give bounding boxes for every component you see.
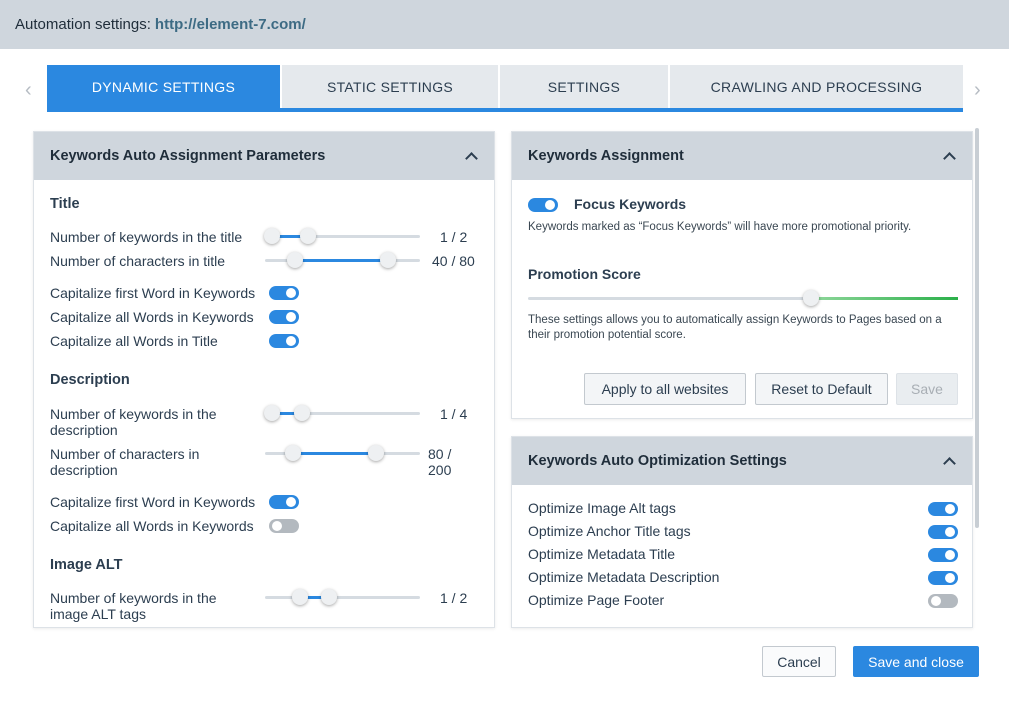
cap-first-title-toggle[interactable]: [269, 286, 299, 300]
keywords-assignment-panel: Keywords Assignment Focus Keywords Keywo…: [511, 131, 973, 419]
tab-static-settings[interactable]: STATIC SETTINGS: [282, 65, 500, 108]
alt-keyword-count-value: 1 / 2: [440, 590, 468, 606]
optimize-anchor-title-toggle[interactable]: [928, 525, 958, 539]
cap-first-desc-label: Capitalize first Word in Keywords: [50, 494, 256, 510]
optimize-metadata-title-label: Optimize Metadata Title: [528, 546, 676, 562]
cap-first-desc-toggle[interactable]: [269, 495, 299, 509]
focus-keywords-note: Keywords marked as “Focus Keywords” will…: [528, 221, 912, 233]
panel-header[interactable]: Keywords Auto Optimization Settings: [512, 437, 972, 485]
title-keyword-count-slider[interactable]: [264, 228, 420, 244]
tab-bar: DYNAMIC SETTINGS STATIC SETTINGS SETTING…: [47, 65, 963, 112]
value-line-2: 200: [428, 462, 452, 478]
label-line-1: Number of characters in: [50, 446, 200, 462]
desc-keyword-count-slider[interactable]: [264, 405, 420, 421]
slider-knob-max[interactable]: [321, 589, 337, 605]
cap-first-title-label: Capitalize first Word in Keywords: [50, 285, 256, 301]
cap-all-title-toggle[interactable]: [269, 310, 299, 324]
alt-keyword-count-slider[interactable]: [265, 589, 420, 605]
panel-title: Keywords Auto Optimization Settings: [528, 453, 787, 469]
label-line-1: Number of keywords in the: [50, 406, 217, 422]
cap-all-desc-label: Capitalize all Words in Keywords: [50, 518, 254, 534]
slider-knob-max[interactable]: [380, 252, 396, 268]
desc-char-count-label: Number of characters in description: [50, 446, 199, 478]
top-bar: Automation settings: http://element-7.co…: [0, 0, 1009, 49]
header-label: Automation settings:: [15, 16, 151, 33]
label-line-1: Number of keywords in the: [50, 590, 217, 606]
cap-all-title-label: Capitalize all Words in Keywords: [50, 309, 254, 325]
reset-to-default-button[interactable]: Reset to Default: [755, 373, 888, 405]
slider-knob-max[interactable]: [294, 405, 310, 421]
slider-knob-min[interactable]: [292, 589, 308, 605]
cap-all-desc-toggle[interactable]: [269, 519, 299, 533]
tab-dynamic-settings[interactable]: DYNAMIC SETTINGS: [47, 65, 282, 108]
keywords-auto-assignment-panel: Keywords Auto Assignment Parameters Titl…: [33, 131, 495, 628]
alt-keyword-count-label: Number of keywords in the image ALT tags: [50, 590, 217, 622]
slider-knob-max[interactable]: [368, 445, 384, 461]
label-line-2: image ALT tags: [50, 606, 146, 622]
note-line-1: These settings allows you to automatical…: [528, 314, 942, 326]
description-heading: Description: [50, 372, 130, 388]
collapse-chevron-up-icon[interactable]: [942, 149, 956, 163]
desc-char-count-slider[interactable]: [265, 445, 420, 461]
slider-knob[interactable]: [803, 290, 819, 306]
slider-fill: [295, 259, 388, 262]
title-char-count-slider[interactable]: [265, 252, 420, 268]
promotion-score-slider[interactable]: [528, 290, 958, 306]
optimize-metadata-description-toggle[interactable]: [928, 571, 958, 585]
keywords-auto-optimization-panel: Keywords Auto Optimization Settings Opti…: [511, 436, 973, 628]
title-keyword-count-label: Number of keywords in the title: [50, 229, 243, 245]
cap-title-label: Capitalize all Words in Title: [50, 333, 218, 349]
note-line-2: their promotion potential score.: [528, 329, 686, 341]
slider-fill: [811, 297, 958, 300]
cancel-button[interactable]: Cancel: [762, 646, 836, 677]
slider-knob-min[interactable]: [285, 445, 301, 461]
desc-keyword-count-value: 1 / 4: [440, 406, 468, 422]
optimize-image-alt-toggle[interactable]: [928, 502, 958, 516]
cap-title-toggle[interactable]: [269, 334, 299, 348]
content-scrollbar[interactable]: [975, 128, 979, 528]
panel-title: Keywords Auto Assignment Parameters: [50, 148, 326, 164]
tab-crawling-processing[interactable]: CRAWLING AND PROCESSING: [670, 65, 963, 108]
save-and-close-button[interactable]: Save and close: [853, 646, 979, 677]
label-line-2: description: [50, 422, 118, 438]
slider-knob-min[interactable]: [287, 252, 303, 268]
panel-title: Keywords Assignment: [528, 148, 684, 164]
collapse-chevron-up-icon[interactable]: [464, 149, 478, 163]
slider-knob-min[interactable]: [264, 228, 280, 244]
desc-keyword-count-label: Number of keywords in the description: [50, 406, 217, 438]
tabs-next-chevron-right-icon[interactable]: ›: [974, 80, 981, 100]
panel-header[interactable]: Keywords Auto Assignment Parameters: [34, 132, 494, 180]
tab-settings[interactable]: SETTINGS: [500, 65, 670, 108]
title-char-count-value: 40 / 80: [432, 253, 475, 269]
value-line-1: 80 /: [428, 446, 452, 462]
collapse-chevron-up-icon[interactable]: [942, 454, 956, 468]
promotion-score-label: Promotion Score: [528, 266, 641, 282]
save-button[interactable]: Save: [896, 373, 958, 405]
optimize-page-footer-label: Optimize Page Footer: [528, 592, 665, 608]
image-alt-heading: Image ALT: [50, 557, 123, 573]
optimize-metadata-title-toggle[interactable]: [928, 548, 958, 562]
promotion-score-note: These settings allows you to automatical…: [528, 313, 942, 343]
title-char-count-label: Number of characters in title: [50, 253, 226, 269]
focus-keywords-toggle[interactable]: [528, 198, 558, 212]
optimize-metadata-description-label: Optimize Metadata Description: [528, 569, 720, 585]
focus-keywords-label: Focus Keywords: [574, 196, 687, 212]
panel-header[interactable]: Keywords Assignment: [512, 132, 972, 180]
desc-char-count-value: 80 / 200: [428, 446, 451, 478]
apply-to-all-websites-button[interactable]: Apply to all websites: [584, 373, 746, 405]
optimize-page-footer-toggle[interactable]: [928, 594, 958, 608]
title-keyword-count-value: 1 / 2: [440, 229, 468, 245]
header-url[interactable]: http://element-7.com/: [155, 16, 306, 33]
slider-fill: [293, 452, 376, 455]
slider-knob-max[interactable]: [300, 228, 316, 244]
optimize-image-alt-label: Optimize Image Alt tags: [528, 500, 676, 516]
optimize-anchor-title-label: Optimize Anchor Title tags: [528, 523, 691, 539]
section-title-heading: Title: [50, 196, 80, 212]
label-line-2: description: [50, 462, 118, 478]
slider-knob-min[interactable]: [264, 405, 280, 421]
tabs-prev-chevron-left-icon[interactable]: ‹: [25, 80, 32, 100]
